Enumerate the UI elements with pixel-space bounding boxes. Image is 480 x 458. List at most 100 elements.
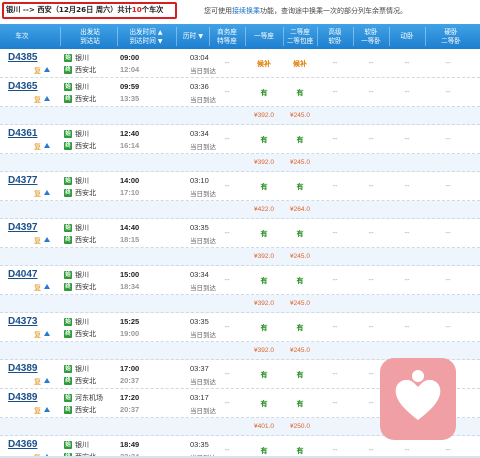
- seat-hard: --: [445, 276, 451, 284]
- col-business: 商务座 特等座: [210, 24, 244, 49]
- seat-second[interactable]: 有: [285, 370, 315, 380]
- seat-dong: --: [404, 446, 410, 454]
- seat-first[interactable]: 有: [249, 370, 279, 380]
- train-number-link[interactable]: D4365: [8, 81, 37, 92]
- seat-soft: --: [368, 88, 374, 96]
- train-number-link[interactable]: D4397: [8, 222, 37, 233]
- expand-stops-icon[interactable]: [44, 237, 50, 242]
- seat-first[interactable]: 有: [249, 323, 279, 333]
- header-divider: [60, 27, 61, 46]
- train-number-link[interactable]: D4377: [8, 175, 37, 186]
- expand-stops-icon[interactable]: [44, 378, 50, 383]
- col-second: 二等座 二等包座: [284, 24, 316, 49]
- end-station-icon: 终: [64, 236, 72, 244]
- price-row: ¥392.0 ¥245.0: [0, 295, 480, 313]
- seat-second[interactable]: 有: [285, 276, 315, 286]
- transfer-link[interactable]: 接续换乘: [232, 7, 260, 15]
- expand-stops-icon[interactable]: [44, 331, 50, 336]
- start-station-icon: 始: [64, 83, 72, 91]
- seat-dong: --: [404, 88, 410, 96]
- train-row: D4373 复始银川终西安北 15:25 19:00 03:35 当日到达 -- 有有 -- --…: [0, 313, 480, 342]
- arrival-station: 西安北: [75, 236, 96, 244]
- seat-first[interactable]: 有: [249, 446, 279, 456]
- train-number-link[interactable]: D4373: [8, 316, 37, 327]
- col-time-sort[interactable]: 出发时间 ▲ 到达时间 ▼: [118, 24, 174, 49]
- col-second-top: 二等座: [290, 27, 310, 36]
- col-station-bottom: 到达站: [80, 36, 100, 45]
- departure-time: 17:00: [120, 364, 140, 373]
- arrival-station: 西安北: [75, 330, 96, 338]
- seat-first[interactable]: 候补: [249, 59, 279, 69]
- table-header: 车次 出发站 到达站 出发时间 ▲ 到达时间 ▼ 历时 ▼ 商务座 特等座 一等座 二…: [0, 24, 480, 49]
- train-number-link[interactable]: D4047: [8, 269, 37, 280]
- seat-second[interactable]: 有: [285, 182, 315, 192]
- seat-soft: --: [368, 276, 374, 284]
- expand-stops-icon[interactable]: [44, 407, 50, 412]
- col-hard: 硬卧 二等卧: [426, 24, 476, 49]
- seat-first[interactable]: 有: [249, 182, 279, 192]
- col-station[interactable]: 出发站 到达站: [62, 24, 118, 49]
- end-station-icon: 终: [64, 189, 72, 197]
- seat-dong: --: [404, 135, 410, 143]
- col-business-bottom: 特等座: [217, 36, 237, 45]
- seat-dong: --: [404, 229, 410, 237]
- seat-hard: --: [445, 229, 451, 237]
- end-station-icon: 终: [64, 66, 72, 74]
- train-row: D4361 复始银川终西安北 12:40 16:14 03:34 当日到达 -- 有有 -- --…: [0, 125, 480, 154]
- seat-second[interactable]: 有: [285, 399, 315, 409]
- departure-station: 银川: [75, 83, 89, 91]
- train-tag: 复: [34, 96, 41, 104]
- expand-stops-icon[interactable]: [44, 190, 50, 195]
- seat-first[interactable]: 有: [249, 229, 279, 239]
- arrival-time: 19:00: [120, 329, 140, 338]
- col-train-label: 车次: [15, 32, 29, 40]
- departure-station: 银川: [75, 54, 89, 62]
- train-number-link[interactable]: D4389: [8, 392, 37, 403]
- train-number-link[interactable]: D4361: [8, 128, 37, 139]
- expand-stops-icon[interactable]: [44, 284, 50, 289]
- departure-station: 银川: [75, 441, 89, 449]
- col-soft-top: 软卧: [364, 27, 378, 36]
- col-time-top: 出发时间 ▲: [129, 27, 163, 36]
- seat-hard: --: [445, 446, 451, 454]
- expand-stops-icon[interactable]: [44, 67, 50, 72]
- seat-dong: --: [404, 59, 410, 67]
- seat-second[interactable]: 有: [285, 88, 315, 98]
- end-station-icon: 终: [64, 330, 72, 338]
- second-class-price: ¥250.0: [290, 423, 310, 430]
- seat-second[interactable]: 有: [285, 135, 315, 145]
- train-tag: 复: [34, 407, 41, 415]
- seat-second[interactable]: 有: [285, 323, 315, 333]
- seat-premium: --: [332, 88, 338, 96]
- end-station-icon: 终: [64, 377, 72, 385]
- arrival-station: 西安北: [75, 142, 96, 150]
- departure-time: 15:00: [120, 270, 140, 279]
- col-duration-sort[interactable]: 历时 ▼: [178, 24, 208, 49]
- seat-hard: --: [445, 135, 451, 143]
- seat-first[interactable]: 有: [249, 399, 279, 409]
- sort-icon: ▼: [198, 33, 203, 40]
- col-premium: 高级 软卧: [318, 24, 352, 49]
- train-number-link[interactable]: D4385: [8, 52, 37, 63]
- expand-stops-icon[interactable]: [44, 96, 50, 101]
- seat-business: --: [224, 182, 230, 190]
- train-tag: 复: [34, 378, 41, 386]
- seat-second[interactable]: 有: [285, 446, 315, 456]
- start-station-icon: 始: [64, 318, 72, 326]
- duration: 03:35: [190, 223, 209, 232]
- seat-first[interactable]: 有: [249, 135, 279, 145]
- seat-first[interactable]: 有: [249, 276, 279, 286]
- seat-second[interactable]: 有: [285, 229, 315, 239]
- expand-stops-icon[interactable]: [44, 143, 50, 148]
- seat-second[interactable]: 候补: [285, 59, 315, 69]
- first-class-price: ¥392.0: [254, 159, 274, 166]
- seat-hard: --: [445, 59, 451, 67]
- train-number-link[interactable]: D4389: [8, 363, 37, 374]
- departure-station: 银川: [75, 224, 89, 232]
- train-count-suffix: 个车次: [141, 5, 164, 14]
- notice-prefix: 您可使用: [204, 7, 232, 15]
- price-row: ¥392.0 ¥245.0: [0, 248, 480, 266]
- seat-first[interactable]: 有: [249, 88, 279, 98]
- train-number-link[interactable]: D4369: [8, 439, 37, 450]
- seat-business: --: [224, 370, 230, 378]
